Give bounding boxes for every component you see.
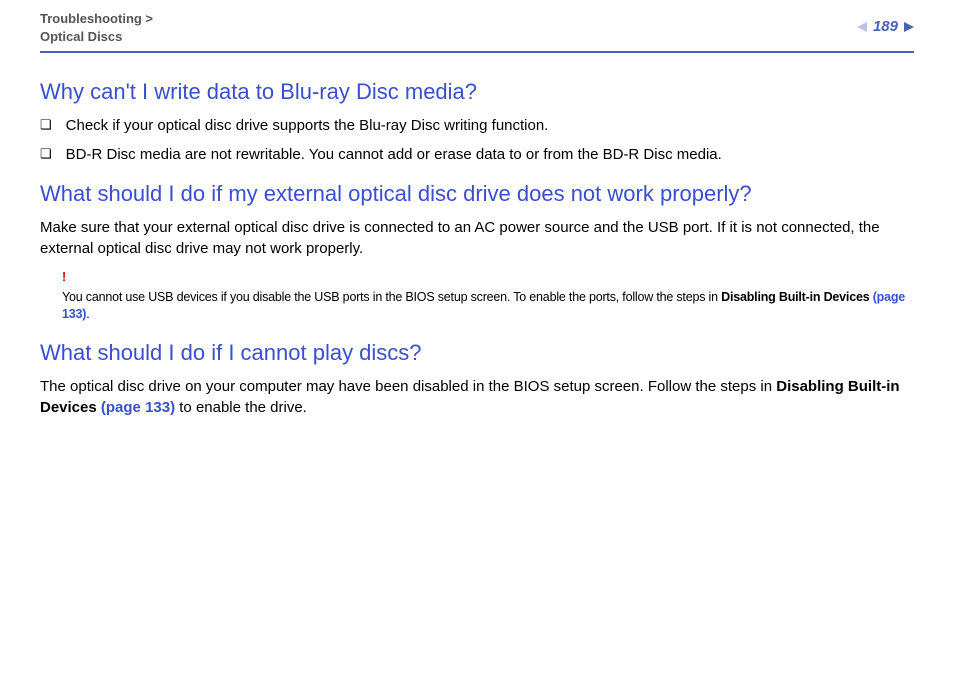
body-text: Make sure that your external optical dis… [40,217,914,259]
page-number: 189 [873,18,898,35]
warning-icon: ! [62,269,914,287]
note-bold: Disabling Built-in Devices [721,290,873,304]
breadcrumb-line-2: Optical Discs [40,28,153,46]
heading-cannot-play: What should I do if I cannot play discs? [40,340,914,366]
bullet-icon: ❑ [40,144,52,164]
bullet-text: BD-R Disc media are not rewritable. You … [66,144,722,165]
page-header: Troubleshooting > Optical Discs 189 [0,0,954,51]
warning-note: ! You cannot use USB devices if you disa… [62,269,914,324]
next-page-icon[interactable] [904,22,914,32]
page-nav: 189 [857,18,914,35]
page-link[interactable]: (page 133) [101,399,175,416]
body-post: to enable the drive. [175,399,307,416]
note-text: You cannot use USB devices if you disabl… [62,290,721,304]
note-text-post: . [86,307,89,321]
body-text: The optical disc drive on your computer … [40,376,914,418]
prev-page-icon[interactable] [857,22,867,32]
list-item: ❑ BD-R Disc media are not rewritable. Yo… [40,144,914,165]
page-content: Why can't I write data to Blu-ray Disc m… [0,53,954,418]
bullet-text: Check if your optical disc drive support… [66,115,549,136]
body-pre: The optical disc drive on your computer … [40,378,776,395]
heading-external-drive: What should I do if my external optical … [40,181,914,207]
breadcrumb-line-1: Troubleshooting > [40,10,153,28]
heading-bluray-write: Why can't I write data to Blu-ray Disc m… [40,79,914,105]
bullet-icon: ❑ [40,115,52,135]
list-item: ❑ Check if your optical disc drive suppo… [40,115,914,136]
breadcrumb[interactable]: Troubleshooting > Optical Discs [40,10,153,45]
